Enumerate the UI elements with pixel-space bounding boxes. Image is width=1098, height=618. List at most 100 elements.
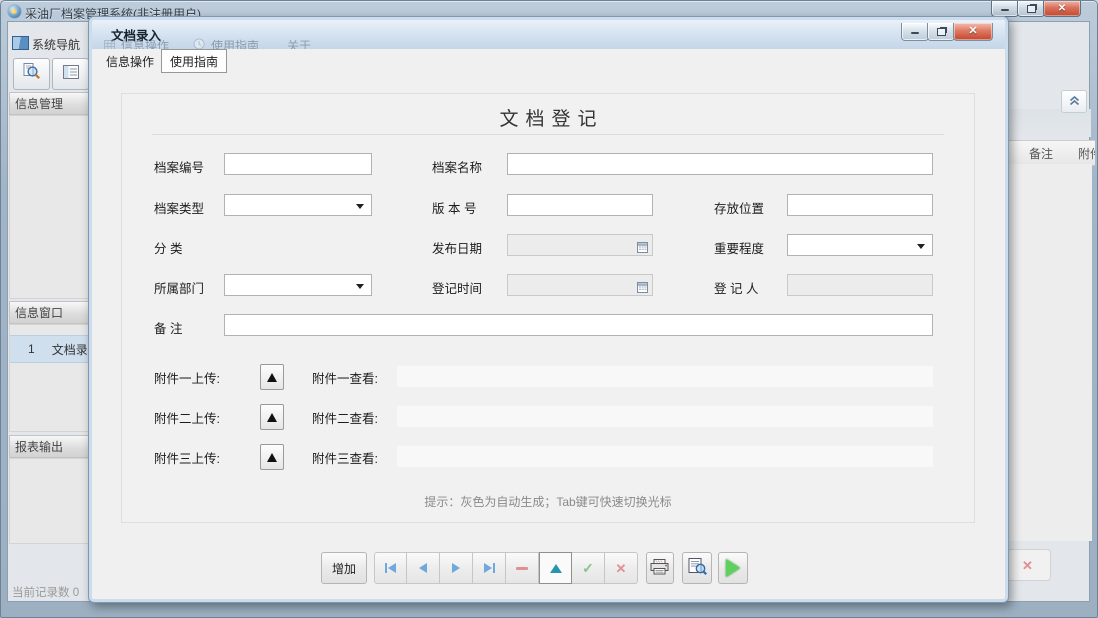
importance-label: 重要程度 bbox=[714, 242, 765, 256]
sidebar-panel-info-management bbox=[9, 115, 93, 299]
tab-info-operation[interactable]: 信息操作 bbox=[99, 49, 161, 73]
last-record-icon bbox=[492, 563, 495, 573]
sidebar-section-info-management[interactable]: 信息管理 bbox=[9, 92, 93, 115]
ghost-menu-guide[interactable]: 使用指南 bbox=[211, 37, 259, 49]
collapse-ribbon-button[interactable] bbox=[1061, 90, 1087, 113]
registrant-label: 登 记 人 bbox=[714, 282, 759, 296]
run-button[interactable] bbox=[718, 552, 748, 584]
grid-column-remark[interactable]: 备注 bbox=[1008, 140, 1075, 166]
nav-post-button[interactable]: ✓ bbox=[572, 552, 605, 584]
importance-combobox[interactable] bbox=[787, 234, 933, 256]
info-window-list-item[interactable]: 1 文档录入 bbox=[10, 335, 92, 363]
publish-date-label: 发布日期 bbox=[432, 242, 483, 256]
grid-icon bbox=[104, 39, 115, 49]
chevron-up-double-icon bbox=[1069, 93, 1080, 111]
cancel-icon: ✕ bbox=[615, 560, 627, 576]
add-button[interactable]: 增加 bbox=[321, 552, 367, 584]
background-toolbar-remnant: ✕ bbox=[1005, 549, 1051, 581]
preview-button[interactable] bbox=[682, 552, 712, 584]
report-icon bbox=[62, 64, 79, 84]
sidebar-section-report-output[interactable]: 报表输出 bbox=[9, 435, 93, 458]
grid-column-attachment[interactable]: 附件 bbox=[1074, 140, 1095, 166]
archive-name-label: 档案名称 bbox=[432, 161, 483, 175]
section-label: 报表输出 bbox=[15, 440, 64, 454]
register-time-label: 登记时间 bbox=[432, 282, 483, 296]
main-close-button[interactable]: ✕ bbox=[1043, 1, 1081, 17]
nav-delete-button[interactable] bbox=[506, 552, 539, 584]
ghost-menu: 信息操作 使用指南 关于 bbox=[104, 37, 311, 49]
attachment3-path-field[interactable] bbox=[397, 446, 933, 467]
document-entry-dialog: 文档录入 信息操作 使用指南 关于 ✕ 信息操作 使用指南 文档登记 档案编号 bbox=[88, 16, 1009, 603]
confirm-icon: ✓ bbox=[582, 560, 594, 576]
nav-first-button[interactable] bbox=[374, 552, 407, 584]
chevron-down-icon bbox=[917, 244, 925, 249]
main-minimize-button[interactable] bbox=[991, 1, 1019, 17]
maximize-icon bbox=[936, 27, 946, 36]
tab-label: 信息操作 bbox=[105, 54, 154, 69]
title-divider bbox=[152, 134, 944, 135]
first-record-icon bbox=[388, 563, 396, 573]
document-registration-groupbox: 文档登记 档案编号 档案名称 档案类型 版 本 号 存放位置 分 类 发布日期 … bbox=[121, 93, 975, 523]
play-icon bbox=[726, 559, 740, 577]
nav-edit-button[interactable] bbox=[539, 552, 572, 584]
nav-cancel-button[interactable]: ✕ bbox=[605, 552, 638, 584]
form-hint: 提示：灰色为自动生成；Tab键可快速切换光标 bbox=[424, 495, 672, 509]
attachment2-upload-label: 附件二上传: bbox=[154, 412, 220, 426]
prev-record-icon bbox=[419, 563, 427, 573]
department-combobox[interactable] bbox=[224, 274, 372, 296]
close-icon: ✕ bbox=[1057, 2, 1067, 14]
attachment3-view-label: 附件三查看: bbox=[312, 452, 378, 466]
column-header-label: 附件 bbox=[1078, 146, 1095, 161]
nav-next-button[interactable] bbox=[440, 552, 473, 584]
attachment2-upload-button[interactable] bbox=[260, 404, 284, 430]
record-navigator: ✓ ✕ bbox=[374, 552, 638, 584]
ghost-menu-info-ops[interactable]: 信息操作 bbox=[121, 37, 169, 49]
calendar-icon bbox=[637, 280, 648, 298]
sidebar-section-info-window[interactable]: 信息窗口 bbox=[9, 301, 93, 324]
storage-location-input[interactable] bbox=[787, 194, 933, 216]
clock-icon bbox=[193, 38, 205, 49]
print-button[interactable] bbox=[646, 552, 674, 584]
main-restore-button[interactable] bbox=[1017, 1, 1045, 17]
publish-date-field[interactable] bbox=[507, 234, 653, 256]
nav-last-button[interactable] bbox=[473, 552, 506, 584]
chevron-down-icon bbox=[356, 204, 364, 209]
minimize-icon bbox=[911, 32, 919, 34]
record-count-status: 当前记录数 0 bbox=[12, 587, 80, 599]
registrant-field[interactable] bbox=[787, 274, 933, 296]
storage-location-label: 存放位置 bbox=[714, 202, 765, 216]
upload-arrow-icon bbox=[267, 412, 277, 422]
version-no-input[interactable] bbox=[507, 194, 653, 216]
remark-input[interactable] bbox=[224, 314, 933, 336]
archive-type-combobox[interactable] bbox=[224, 194, 372, 216]
upload-arrow-icon bbox=[267, 372, 277, 382]
register-time-field[interactable] bbox=[507, 274, 653, 296]
dialog-minimize-button[interactable] bbox=[901, 23, 929, 41]
archive-name-input[interactable] bbox=[507, 153, 933, 175]
dialog-maximize-button[interactable] bbox=[927, 23, 955, 41]
first-record-icon bbox=[385, 563, 387, 573]
close-icon: ✕ bbox=[968, 25, 978, 37]
attachment1-upload-button[interactable] bbox=[260, 364, 284, 390]
attachment2-path-field[interactable] bbox=[397, 406, 933, 427]
sidebar-search-button[interactable] bbox=[13, 58, 50, 90]
attachment1-path-field[interactable] bbox=[397, 366, 933, 387]
archive-no-label: 档案编号 bbox=[154, 161, 205, 175]
sidebar-report-button[interactable] bbox=[52, 58, 89, 90]
attachment3-upload-button[interactable] bbox=[260, 444, 284, 470]
dialog-close-button[interactable]: ✕ bbox=[953, 23, 993, 41]
attachment3-upload-label: 附件三上传: bbox=[154, 452, 220, 466]
category-label: 分 类 bbox=[154, 242, 183, 256]
ghost-menu-about[interactable]: 关于 bbox=[287, 37, 311, 49]
add-button-label: 增加 bbox=[331, 561, 356, 576]
nav-prev-button[interactable] bbox=[407, 552, 440, 584]
archive-no-input[interactable] bbox=[224, 153, 372, 175]
sidebar-panel-report-output bbox=[9, 458, 93, 544]
dialog-titlebar[interactable]: 文档录入 信息操作 使用指南 关于 ✕ bbox=[92, 20, 1005, 49]
form-title: 文档登记 bbox=[499, 109, 604, 130]
tab-user-guide[interactable]: 使用指南 bbox=[161, 49, 227, 73]
upload-arrow-icon bbox=[267, 452, 277, 462]
app-icon bbox=[8, 5, 21, 18]
ribbon-remnant-band bbox=[1008, 109, 1091, 137]
section-label: 信息窗口 bbox=[15, 306, 64, 320]
